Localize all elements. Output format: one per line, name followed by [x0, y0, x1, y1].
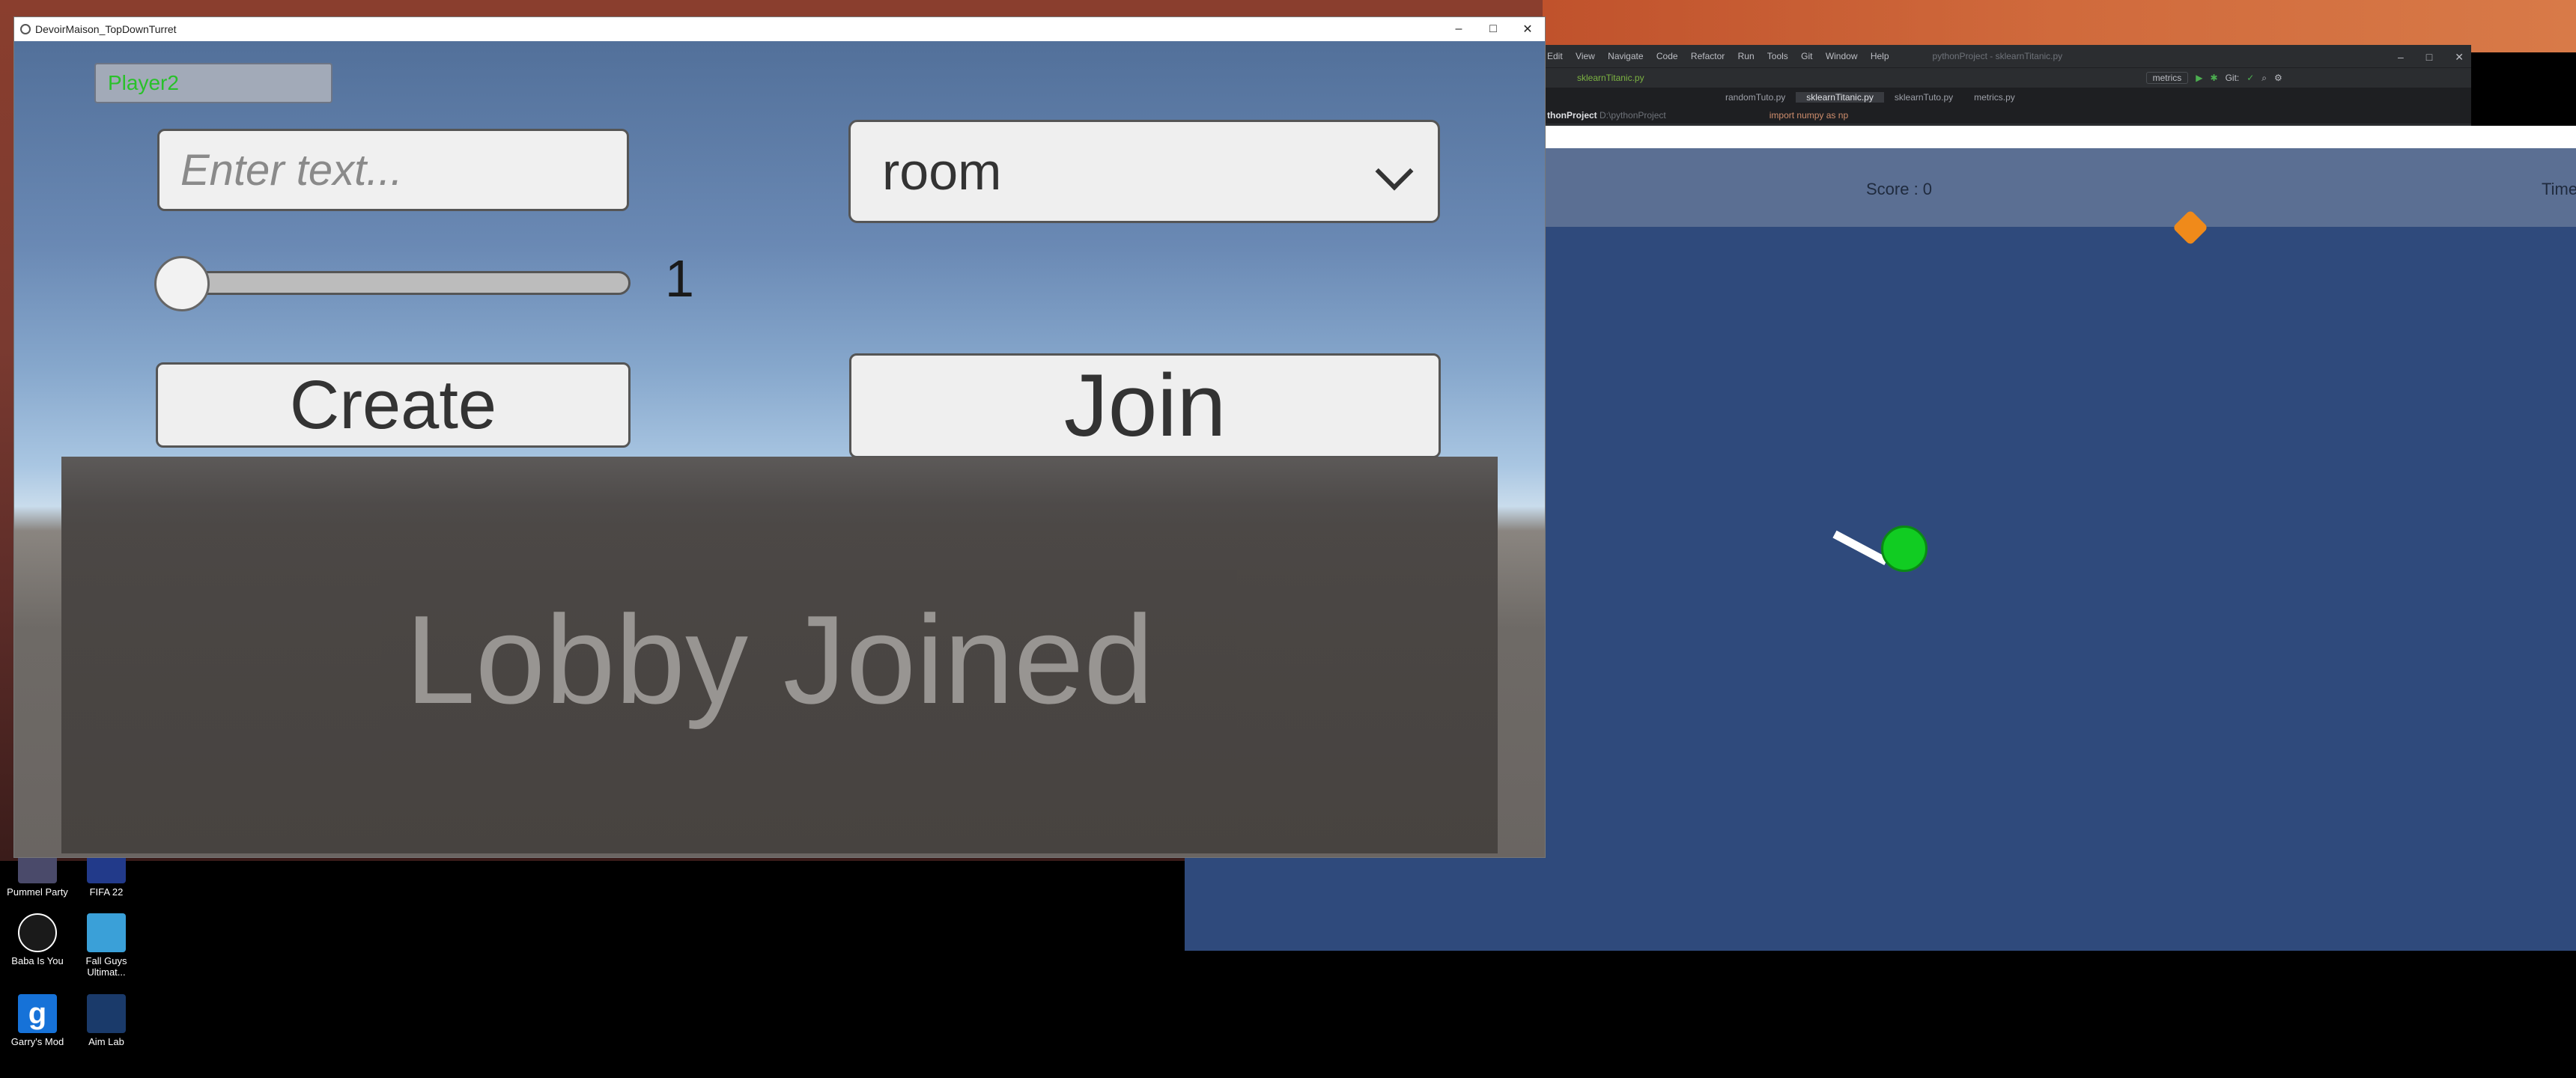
ide-window: Edit View Navigate Code Refactor Run Too… — [1543, 45, 2471, 127]
ide-project-title: pythonProject - sklearnTitanic.py — [1932, 51, 2063, 61]
menu-navigate[interactable]: Navigate — [1608, 51, 1643, 61]
garrys-mod-icon: g — [18, 994, 57, 1033]
desktop-icon-baba-is-you[interactable]: Baba Is You — [0, 913, 75, 966]
player-tank — [1881, 526, 1928, 572]
dropdown-value: room — [882, 142, 1002, 201]
menu-view[interactable]: View — [1576, 51, 1595, 61]
chevron-down-icon — [1375, 152, 1414, 191]
create-button[interactable]: Create — [156, 362, 631, 448]
unity-icon — [20, 24, 31, 34]
menu-git[interactable]: Git — [1801, 51, 1812, 61]
code-line[interactable]: import numpy as np — [1770, 110, 1848, 121]
lobby-titlebar: DevoirMaison_TopDownTurret – □ ✕ — [14, 17, 1545, 41]
lobby-window-controls: – □ ✕ — [1442, 17, 1545, 41]
desktop-icon-label: Aim Lab — [88, 1036, 124, 1047]
room-dropdown[interactable]: room — [848, 120, 1440, 223]
search-icon[interactable]: ⌕ — [2261, 73, 2267, 84]
aim-lab-icon — [87, 994, 126, 1033]
run-icon[interactable]: ▶ — [2196, 73, 2202, 83]
commit-icon[interactable]: ✓ — [2247, 73, 2254, 83]
tab-sklearntuto[interactable]: sklearnTuto.py — [1884, 92, 1963, 103]
menu-code[interactable]: Code — [1656, 51, 1678, 61]
close-icon[interactable]: ✕ — [1510, 17, 1545, 41]
tab-randomtuto[interactable]: randomTuto.py — [1715, 92, 1796, 103]
desktop-icon-aim-lab[interactable]: Aim Lab — [69, 994, 144, 1047]
desktop-icon-garrys-mod[interactable]: g Garry's Mod — [0, 994, 75, 1047]
menu-run[interactable]: Run — [1738, 51, 1755, 61]
slider-value: 1 — [665, 249, 694, 308]
fall-guys-icon — [87, 913, 126, 952]
ide-project-tree: thonProject D:\pythonProject import nump… — [1543, 107, 2471, 124]
lobby-status-panel: Lobby Joined — [61, 457, 1498, 853]
desktop-icon-label: Garry's Mod — [10, 1036, 64, 1047]
file-crumb[interactable]: sklearnTitanic.py — [1577, 73, 1644, 83]
baba-is-you-icon — [18, 913, 57, 952]
minimize-icon[interactable]: – — [2398, 51, 2404, 64]
lobby-status-text: Lobby Joined — [405, 589, 1154, 730]
run-config[interactable]: metrics — [2145, 72, 2189, 84]
ide-menu: Edit View Navigate Code Refactor Run Too… — [1547, 51, 1900, 61]
score-label: Score : 0 — [1866, 180, 1933, 198]
ide-toolbar: sklearnTitanic.py metrics ▶ ✱ Git: ✓ ⌕ ⚙ — [1543, 67, 2471, 88]
tab-sklearntitanic[interactable]: sklearnTitanic.py — [1796, 92, 1884, 103]
player-name-field[interactable]: Player2 — [94, 63, 332, 103]
maximize-icon[interactable]: □ — [1476, 17, 1510, 41]
menu-refactor[interactable]: Refactor — [1691, 51, 1725, 61]
window-title: DevoirMaison_TopDownTurret — [35, 23, 177, 35]
room-name-input[interactable]: Enter text... — [157, 129, 629, 211]
player-count-slider[interactable] — [165, 271, 631, 295]
desktop-icon-label: Pummel Party — [7, 886, 68, 898]
menu-window[interactable]: Window — [1826, 51, 1858, 61]
tab-metrics[interactable]: metrics.py — [1963, 92, 2026, 103]
git-label: Git: — [2225, 73, 2240, 83]
debug-icon[interactable]: ✱ — [2211, 73, 2218, 83]
join-button[interactable]: Join — [849, 353, 1441, 458]
desktop-icon-label: Fall Guys Ultimat... — [85, 955, 127, 978]
menu-help[interactable]: Help — [1871, 51, 1889, 61]
gear-icon[interactable]: ⚙ — [2274, 73, 2282, 83]
minimize-icon[interactable]: – — [1442, 17, 1476, 41]
maximize-icon[interactable]: □ — [2426, 51, 2432, 64]
ide-menubar: Edit View Navigate Code Refactor Run Too… — [1543, 45, 2471, 67]
ide-tabbar: randomTuto.py sklearnTitanic.py sklearnT… — [1543, 88, 2471, 107]
close-icon[interactable]: ✕ — [2455, 51, 2464, 64]
desktop-icon-label: FIFA 22 — [89, 886, 124, 898]
menu-tools[interactable]: Tools — [1767, 51, 1788, 61]
project-name[interactable]: thonProject D:\pythonProject — [1547, 110, 1666, 121]
menu-edit[interactable]: Edit — [1547, 51, 1563, 61]
timer-label: Time — [2542, 180, 2576, 198]
ide-window-controls: – □ ✕ — [2398, 51, 2464, 64]
slider-handle[interactable] — [154, 256, 210, 311]
desktop-icon-fall-guys[interactable]: Fall Guys Ultimat... — [69, 913, 144, 978]
desktop-icon-label: Baba Is You — [11, 955, 64, 966]
